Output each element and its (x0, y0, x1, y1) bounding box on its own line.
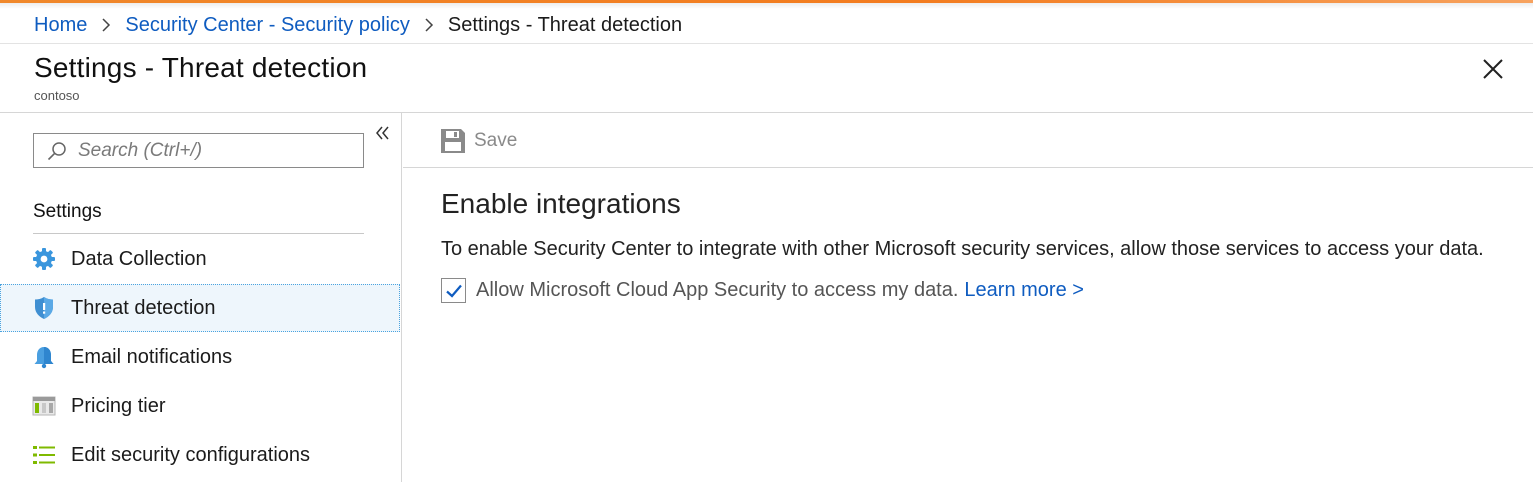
sidebar-item-label: Email notifications (71, 345, 233, 368)
save-button[interactable]: Save (440, 126, 517, 156)
chevron-right-icon (424, 18, 434, 32)
breadcrumb-current: Settings - Threat detection (447, 13, 683, 36)
section-title: Enable integrations (441, 188, 681, 219)
bell-icon (34, 347, 54, 369)
pricing-icon (32, 396, 56, 416)
sidebar-item-label: Edit security configurations (71, 443, 311, 466)
section-description: To enable Security Center to integrate w… (441, 238, 1484, 260)
search-input[interactable] (78, 139, 348, 162)
sidebar-item-label: Pricing tier (71, 394, 166, 417)
settings-sidebar: Settings Data Collection Threat detectio… (0, 113, 402, 482)
close-icon (1483, 59, 1503, 79)
collapse-sidebar-button[interactable] (373, 123, 393, 143)
page-title: Settings - Threat detection (34, 52, 368, 83)
checkbox-label: Allow Microsoft Cloud App Security to ac… (476, 279, 959, 301)
sidebar-item-label: Threat detection (71, 296, 216, 319)
divider (33, 233, 364, 234)
cloud-app-security-option: Allow Microsoft Cloud App Security to ac… (441, 278, 1084, 303)
search-icon (47, 141, 66, 160)
sidebar-item-threat-detection[interactable]: Threat detection (0, 284, 400, 332)
chevron-right-icon (101, 18, 111, 32)
sidebar-item-data-collection[interactable]: Data Collection (0, 235, 400, 283)
learn-more-link[interactable]: Learn more > (964, 279, 1084, 302)
shield-icon (35, 297, 53, 319)
breadcrumb-security-policy-link[interactable]: Security Center - Security policy (125, 14, 410, 37)
breadcrumb: Home Security Center - Security policy S… (34, 12, 682, 38)
save-label: Save (474, 130, 518, 151)
sidebar-item-label: Data Collection (71, 247, 207, 270)
sidebar-item-pricing-tier[interactable]: Pricing tier (0, 382, 400, 430)
checkmark-icon (445, 284, 462, 298)
search-box[interactable] (33, 133, 364, 168)
sidebar-item-edit-security-configurations[interactable]: Edit security configurations (0, 431, 400, 479)
sidebar-item-email-notifications[interactable]: Email notifications (0, 333, 400, 381)
page-subtitle: contoso (34, 88, 80, 103)
divider (0, 43, 1533, 44)
allow-cloud-app-security-checkbox[interactable] (441, 278, 466, 303)
close-button[interactable] (1480, 56, 1506, 82)
gear-icon (33, 248, 55, 270)
list-icon (33, 446, 55, 464)
breadcrumb-home-link[interactable]: Home (34, 14, 87, 37)
double-chevron-left-icon (376, 126, 389, 140)
nav-group-heading: Settings (33, 201, 102, 222)
command-bar: Save (403, 113, 1533, 168)
top-shadow (0, 3, 1533, 9)
save-icon (441, 129, 465, 153)
